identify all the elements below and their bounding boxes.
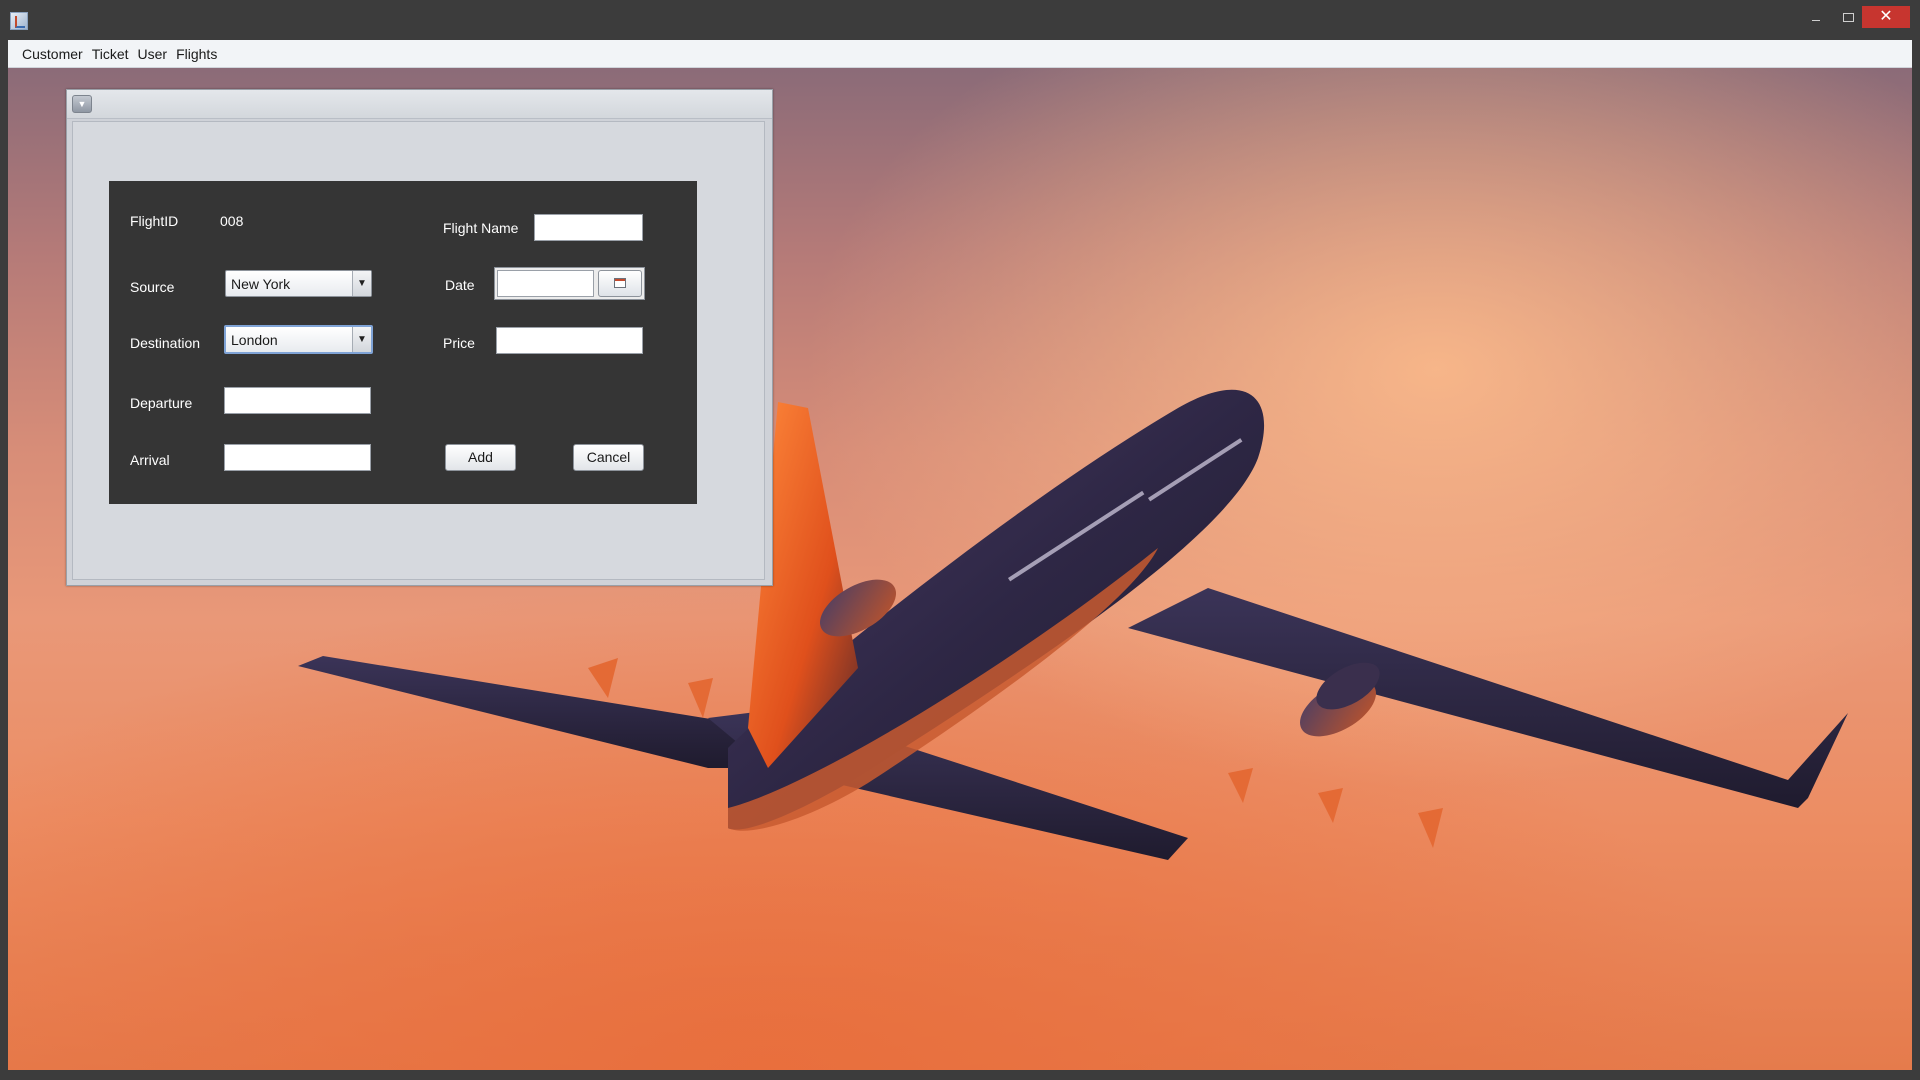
menu-flights[interactable]: Flights xyxy=(172,40,221,68)
chevron-down-icon[interactable]: ▼ xyxy=(352,271,371,296)
maximize-icon xyxy=(1843,13,1854,22)
calendar-icon xyxy=(614,278,626,288)
cancel-button[interactable]: Cancel xyxy=(573,444,644,471)
window-bottom-border xyxy=(0,1070,1920,1080)
destination-selected-value: London xyxy=(231,332,278,348)
source-label: Source xyxy=(130,279,175,295)
flight-form-panel: FlightID 008 Flight Name Source New York… xyxy=(109,181,697,504)
close-icon: ✕ xyxy=(1879,8,1893,25)
flight-name-input[interactable] xyxy=(534,214,643,241)
price-label: Price xyxy=(443,335,475,351)
internal-frame-title-bar[interactable]: ▼ xyxy=(67,90,772,119)
menu-ticket[interactable]: Ticket xyxy=(88,40,133,68)
chevron-down-icon[interactable]: ▼ xyxy=(352,327,371,352)
menu-user[interactable]: User xyxy=(134,40,172,68)
source-dropdown[interactable]: New York ▼ xyxy=(225,270,372,297)
date-chooser xyxy=(494,267,645,300)
date-input[interactable] xyxy=(497,270,594,297)
app-icon[interactable] xyxy=(10,12,28,30)
close-button[interactable]: ✕ xyxy=(1862,6,1910,28)
minimize-icon xyxy=(1812,20,1820,21)
date-picker-button[interactable] xyxy=(598,270,642,297)
arrival-label: Arrival xyxy=(130,452,170,468)
flight-id-value: 008 xyxy=(220,213,244,229)
price-input[interactable] xyxy=(496,327,643,354)
flight-id-label: FlightID xyxy=(130,213,179,229)
date-label: Date xyxy=(445,277,475,293)
departure-label: Departure xyxy=(130,395,193,411)
title-bar: ✕ xyxy=(0,0,1920,40)
chevron-down-icon[interactable]: ▼ xyxy=(72,95,92,113)
application-window: ✕ Customer Ticket User Flights ▼ FlightI… xyxy=(0,0,1920,1080)
minimize-button[interactable] xyxy=(1798,6,1834,28)
arrival-input[interactable] xyxy=(224,444,371,471)
destination-dropdown[interactable]: London ▼ xyxy=(224,325,373,354)
maximize-button[interactable] xyxy=(1830,6,1866,28)
source-selected-value: New York xyxy=(231,276,291,292)
menu-bar: Customer Ticket User Flights xyxy=(8,40,1912,68)
add-button[interactable]: Add xyxy=(445,444,516,471)
destination-label: Destination xyxy=(130,335,201,351)
flight-name-label: Flight Name xyxy=(443,220,519,236)
menu-customer[interactable]: Customer xyxy=(18,40,87,68)
departure-input[interactable] xyxy=(224,387,371,414)
